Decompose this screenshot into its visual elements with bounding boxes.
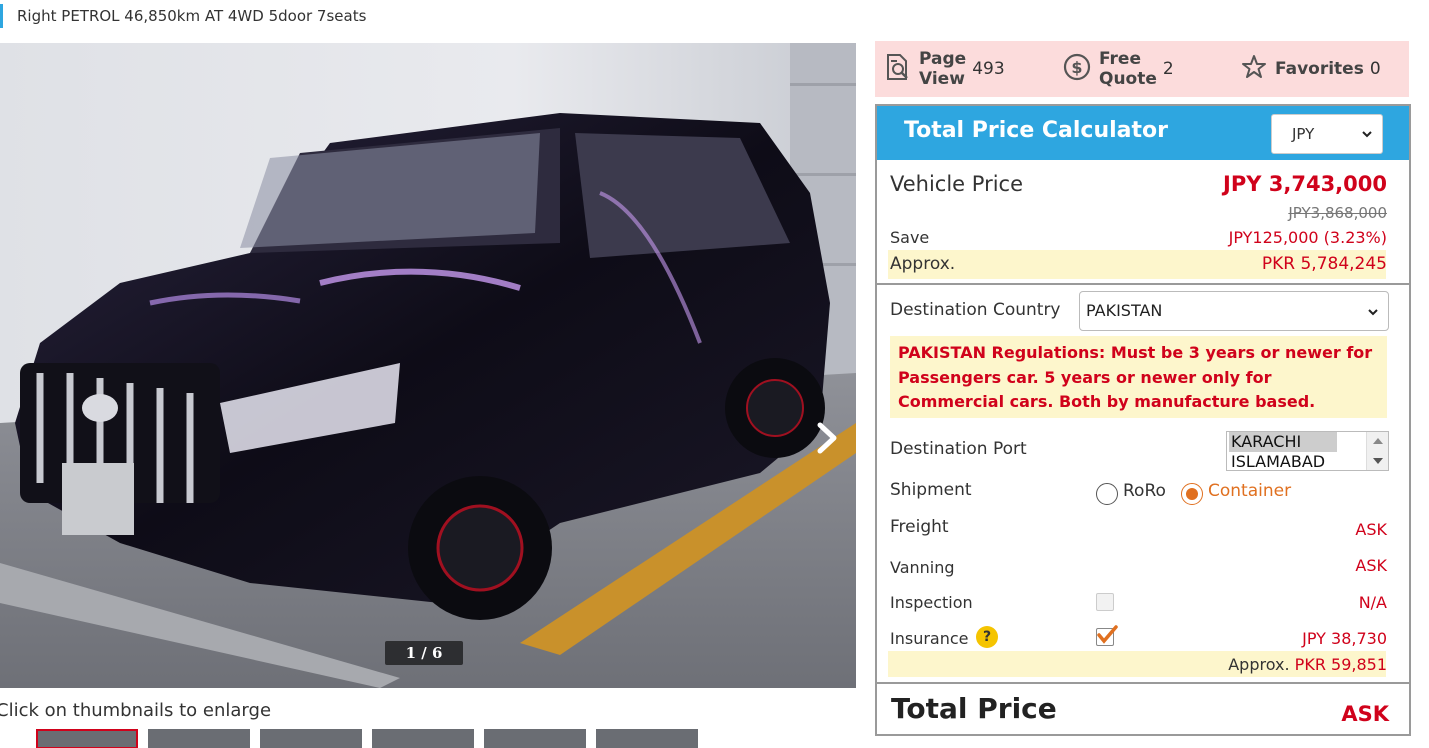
inspection-value: N/A [1358, 593, 1387, 612]
star-icon[interactable] [1241, 54, 1267, 84]
checkmark-icon [1097, 625, 1118, 644]
insurance-label: Insurance [890, 629, 969, 648]
shipment-container-radio[interactable] [1181, 483, 1203, 505]
inspection-checkbox[interactable] [1096, 593, 1114, 611]
favorites-count: 0 [1369, 59, 1381, 79]
page-view-icon [885, 53, 911, 85]
total-divider [877, 682, 1409, 684]
insurance-approx-row: Approx. PKR 59,851 [890, 655, 1387, 677]
thumbnail-4[interactable] [372, 729, 474, 748]
next-photo-chevron-icon[interactable] [812, 421, 842, 455]
listing-subtitle: Right PETROL 46,850km AT 4WD 5door 7seat… [0, 4, 366, 28]
insurance-approx-value: PKR 59,851 [1294, 655, 1387, 674]
insurance-approx-label: Approx. [1228, 655, 1290, 674]
calculator-header: Total Price Calculator JPY [877, 106, 1409, 160]
currency-select[interactable]: JPY [1271, 114, 1383, 154]
total-price-value: ASK [1341, 702, 1389, 726]
save-value: JPY125,000 (3.23%) [1228, 228, 1387, 247]
listing-stats-bar: Page View 493 $ Free Quote 2 Favorites 0 [875, 41, 1409, 97]
shipment-label: Shipment [890, 480, 972, 500]
calculator-title: Total Price Calculator [904, 118, 1168, 143]
vanning-label: Vanning [890, 558, 955, 577]
shipment-roro-radio[interactable] [1096, 483, 1118, 505]
insurance-value: JPY 38,730 [1302, 629, 1387, 648]
shipment-roro-label[interactable]: RoRo [1123, 481, 1166, 501]
thumbnail-5[interactable] [484, 729, 586, 748]
port-option-islamabad[interactable]: ISLAMABAD [1229, 452, 1325, 470]
main-vehicle-photo[interactable]: 1 / 6 [0, 43, 856, 688]
destination-country-label: Destination Country [890, 300, 1061, 320]
photo-counter: 1 / 6 [385, 641, 463, 665]
thumbnail-hint: Click on thumbnails to enlarge [0, 700, 272, 721]
free-quote-label-line2: Quote [1099, 69, 1157, 89]
thumbnail-1[interactable] [36, 729, 138, 748]
vehicle-price-value: JPY 3,743,000 [1223, 172, 1387, 196]
thumbnail-strip [36, 729, 716, 748]
svg-text:$: $ [1071, 58, 1082, 77]
page-view-label-line1: Page [919, 49, 967, 69]
save-label: Save [890, 228, 930, 247]
destination-country-value: PAKISTAN [1086, 301, 1163, 320]
insurance-checkbox[interactable] [1096, 625, 1118, 646]
chevron-down-icon [1368, 309, 1378, 316]
page-view-stat: Page View 493 [885, 41, 1005, 97]
approx-value: PKR 5,784,245 [1261, 254, 1387, 274]
vanning-row: Vanning ASK [890, 556, 1387, 580]
total-price-label: Total Price [891, 692, 1057, 725]
vanning-value: ASK [1355, 556, 1387, 575]
total-price-calculator: Total Price Calculator JPY Vehicle Price… [875, 104, 1411, 736]
shipment-container-label[interactable]: Container [1208, 481, 1291, 501]
destination-country-select[interactable]: PAKISTAN [1079, 291, 1389, 331]
vehicle-price-label: Vehicle Price [890, 172, 1024, 196]
favorites-stat[interactable]: Favorites 0 [1241, 41, 1381, 97]
freight-row: Freight ASK [890, 517, 1387, 541]
free-quote-stat: $ Free Quote 2 [1063, 41, 1174, 97]
destination-port-label: Destination Port [890, 439, 1027, 459]
port-option-karachi[interactable]: KARACHI [1229, 432, 1337, 452]
freight-value: ASK [1355, 520, 1387, 539]
inspection-row: Inspection N/A [890, 593, 1387, 617]
dollar-circle-icon: $ [1063, 53, 1091, 85]
regulation-notice: PAKISTAN Regulations: Must be 3 years or… [890, 336, 1387, 418]
page-view-label-line2: View [919, 69, 965, 89]
vehicle-price-row: Vehicle Price JPY 3,743,000 [890, 172, 1387, 202]
thumbnail-6[interactable] [596, 729, 698, 748]
insurance-row: Insurance JPY 38,730 [890, 629, 1387, 653]
approx-label: Approx. [890, 254, 956, 274]
free-quote-label-line1: Free [1099, 49, 1141, 69]
listbox-scrollbar[interactable] [1366, 432, 1388, 470]
destination-port-listbox[interactable]: KARACHI ISLAMABAD [1226, 431, 1389, 471]
section-divider [877, 283, 1409, 285]
original-price-row: JPY3,868,000 [890, 204, 1387, 224]
thumbnail-2[interactable] [148, 729, 250, 748]
thumbnail-3[interactable] [260, 729, 362, 748]
insurance-help-icon[interactable]: ? [976, 626, 998, 648]
page-view-count: 493 [972, 59, 1005, 79]
approx-row: Approx. PKR 5,784,245 [890, 254, 1387, 278]
save-row: Save JPY125,000 (3.23%) [890, 228, 1387, 250]
freight-label: Freight [890, 517, 949, 537]
vehicle-photo-image [0, 43, 856, 688]
favorites-label: Favorites [1275, 59, 1364, 79]
inspection-label: Inspection [890, 593, 973, 612]
free-quote-count: 2 [1162, 59, 1174, 79]
chevron-down-icon [1362, 131, 1372, 138]
currency-value: JPY [1292, 125, 1315, 143]
original-price-value: JPY3,868,000 [1288, 204, 1387, 222]
